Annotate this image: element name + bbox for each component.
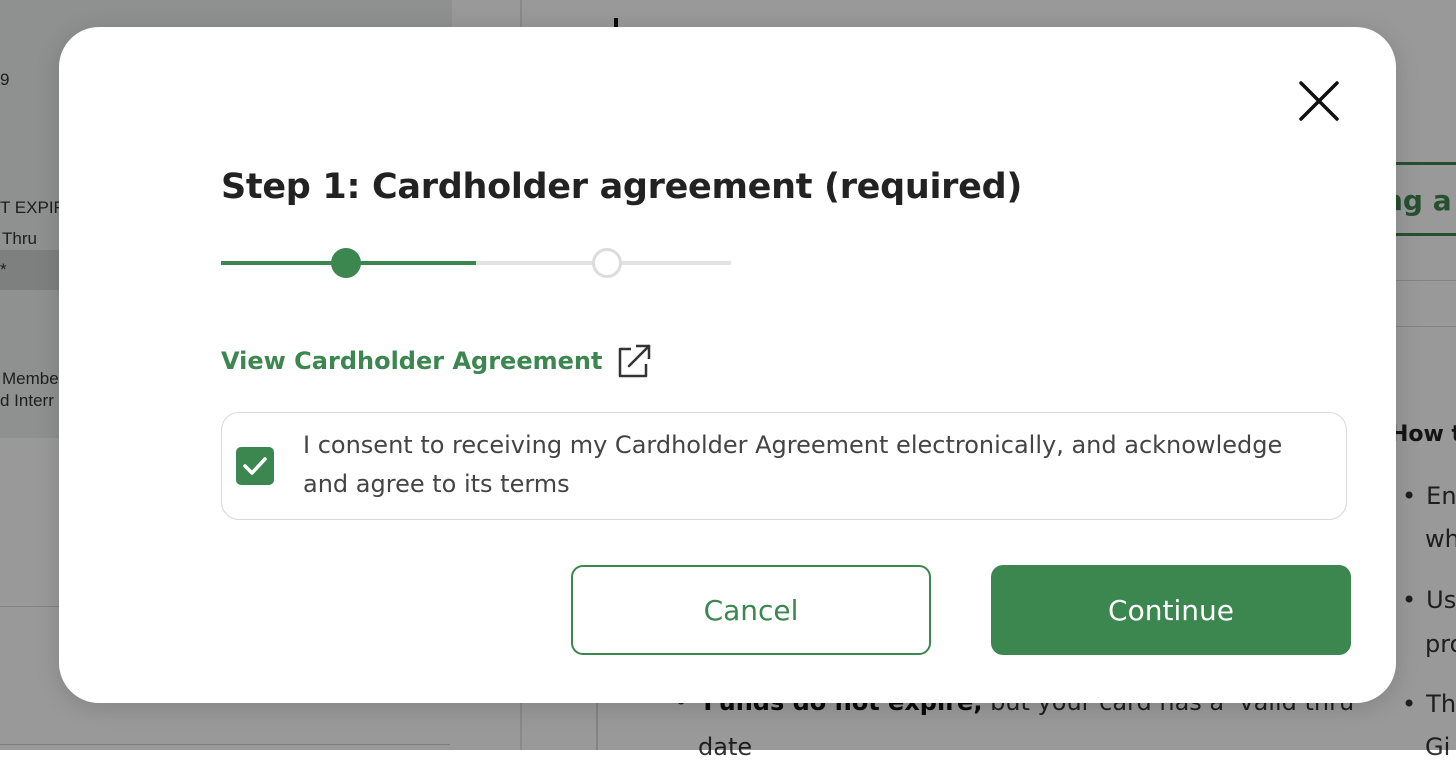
step-1-indicator — [331, 248, 361, 278]
cancel-button[interactable]: Cancel — [571, 565, 931, 655]
consent-box: I consent to receiving my Cardholder Agr… — [221, 412, 1347, 520]
continue-button[interactable]: Continue — [991, 565, 1351, 655]
cardholder-agreement-modal: Step 1: Cardholder agreement (required) … — [59, 27, 1396, 703]
view-link-label: View Cardholder Agreement — [221, 347, 603, 375]
external-link-icon — [619, 344, 651, 378]
consent-checkbox[interactable] — [236, 447, 274, 485]
consent-label[interactable]: I consent to receiving my Cardholder Agr… — [303, 426, 1313, 504]
checkmark-icon — [243, 457, 267, 475]
modal-title: Step 1: Cardholder agreement (required) — [221, 167, 1023, 207]
view-cardholder-agreement-link[interactable]: View Cardholder Agreement — [221, 343, 652, 379]
step-2-indicator — [592, 248, 622, 278]
progress-stepper — [221, 248, 731, 278]
close-icon[interactable] — [1291, 73, 1347, 129]
